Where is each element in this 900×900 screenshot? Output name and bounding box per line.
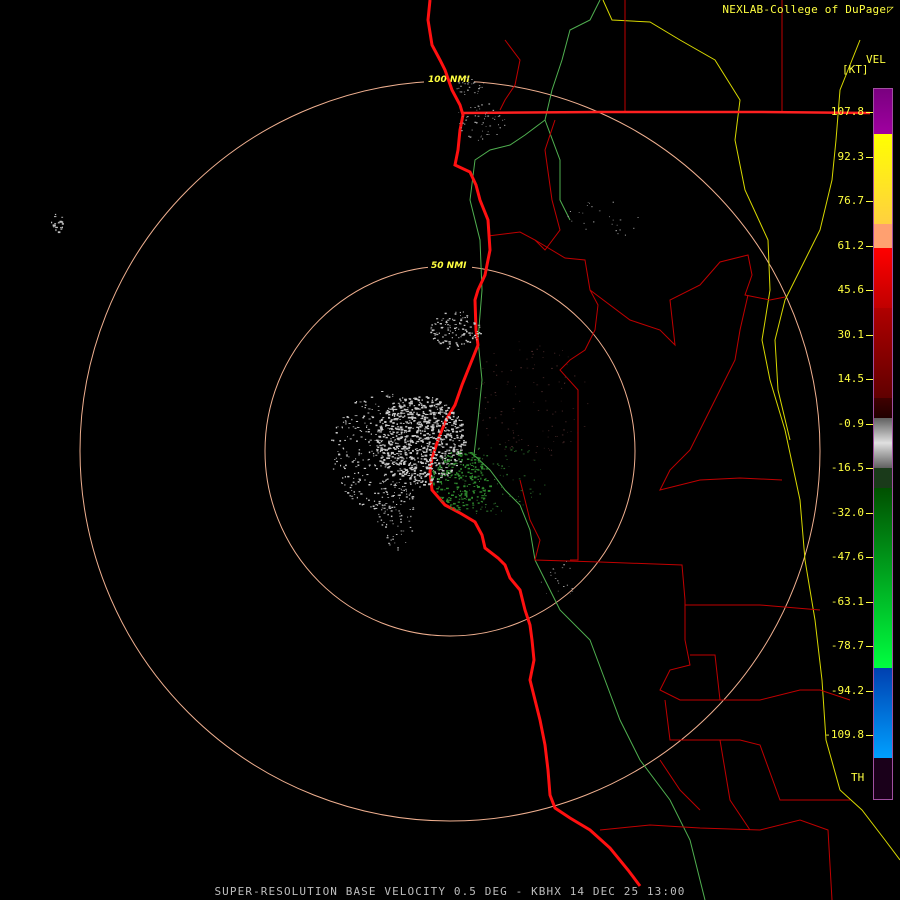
state-border: [461, 110, 871, 115]
ring-label-50: 50 NMI: [431, 261, 467, 271]
radar-viewer: 100 NMI 50 NMI NEXLAB-College of DuPage◸…: [0, 0, 900, 900]
colorbar-tick-label: -47.6: [830, 550, 864, 563]
colorbar-tick-mark: [866, 735, 873, 736]
colorbar-tick-label: -109.8: [824, 728, 864, 741]
credit-label: NEXLAB-College of DuPage: [722, 3, 887, 16]
velocity-colorbar: [873, 88, 893, 800]
radar-echoes: [51, 76, 639, 595]
radar-map[interactable]: 100 NMI 50 NMI: [0, 0, 900, 900]
colorbar-tick-label: -94.2: [830, 683, 864, 697]
coastline: [426, 0, 642, 887]
colorbar-tick-label: 92.3: [837, 149, 865, 163]
colorbar-tick-mark: [866, 601, 873, 603]
county-borders: [487, 0, 851, 900]
colorbar-tick-mark: [866, 512, 873, 514]
product-description: SUPER-RESOLUTION BASE VELOCITY 0.5 DEG -…: [214, 885, 686, 898]
colorbar-tick-label: 30.1: [837, 327, 865, 341]
colorbar-tick-label: 61.2: [837, 238, 865, 252]
colorbar-tick-label: 14.5: [837, 372, 865, 385]
colorbar-tick-mark: [866, 201, 873, 202]
colorbar-tick-mark: [866, 334, 873, 336]
colorbar-tick-mark: [866, 646, 873, 647]
colorbar-tick-mark: [866, 468, 873, 469]
colorbar-tick-mark: [866, 112, 873, 113]
units-label: [KT]: [842, 63, 869, 76]
river-lines: [469, 0, 706, 900]
colorbar-tick-mark: [866, 245, 873, 247]
colorbar-tick-label: 76.7: [837, 194, 865, 207]
nexlab-triangle-icon: ◸: [887, 3, 894, 16]
product-label: VEL: [866, 53, 886, 66]
colorbar-tick-label: 45.6: [837, 283, 865, 296]
colorbar-tick-label: -63.1: [830, 594, 864, 608]
colorbar-tick-mark: [866, 557, 873, 558]
th-label: TH: [851, 771, 865, 784]
colorbar-tick-mark: [866, 690, 873, 692]
colorbar-tick-label: 107.8: [830, 105, 864, 118]
credit-text: NEXLAB-College of DuPage◸: [722, 3, 894, 16]
colorbar-tick-mark: [866, 290, 873, 291]
colorbar-tick-mark: [866, 156, 873, 158]
colorbar-tick-label: -0.9: [837, 416, 865, 430]
colorbar-tick-mark: [866, 423, 873, 425]
colorbar-tick-label: -16.5: [830, 461, 864, 474]
colorbar-tick-label: -78.7: [830, 639, 864, 652]
colorbar-tick-mark: [866, 379, 873, 380]
colorbar-tick-label: -32.0: [830, 505, 864, 519]
